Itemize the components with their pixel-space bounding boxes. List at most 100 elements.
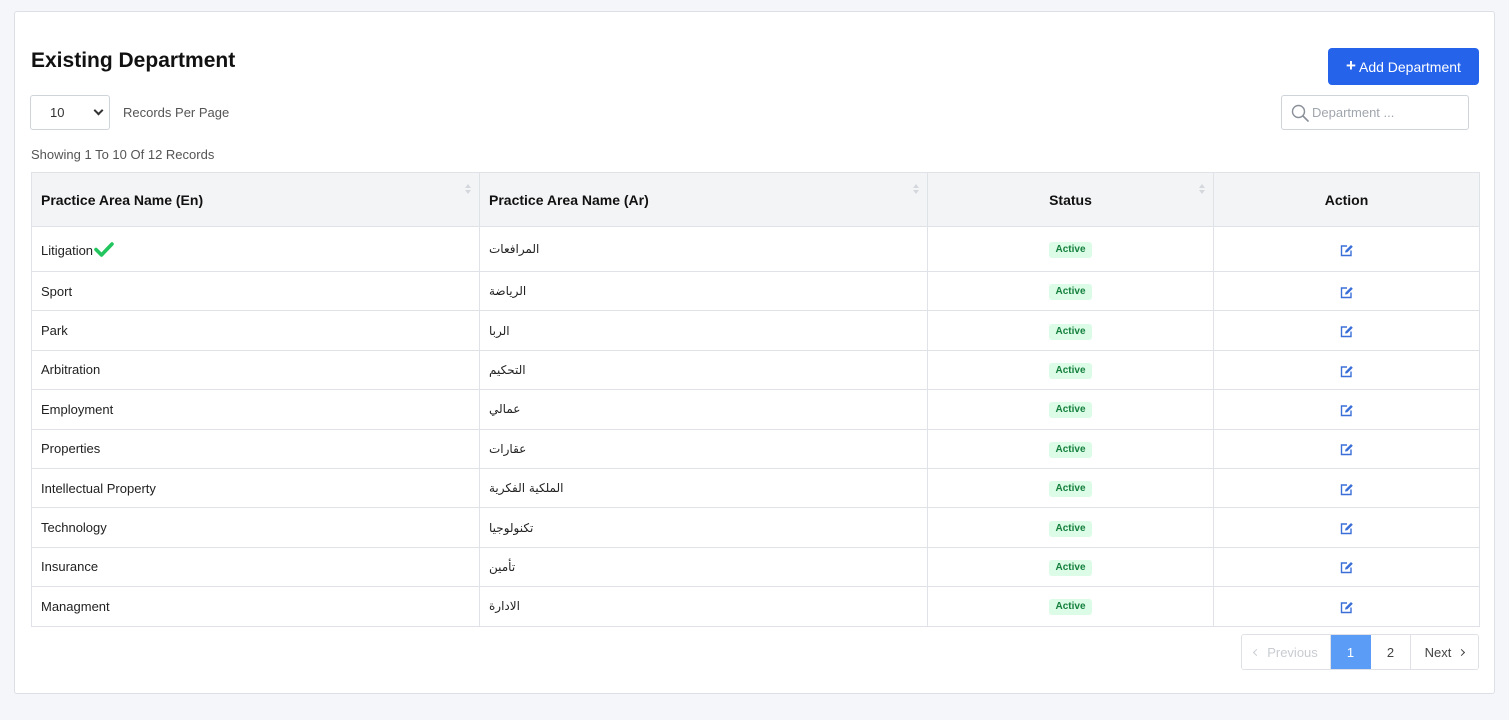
- edit-icon[interactable]: [1340, 522, 1354, 535]
- edit-icon[interactable]: [1340, 244, 1354, 257]
- status-badge: Active: [1049, 599, 1092, 616]
- action-cell: [1213, 467, 1480, 509]
- practice-area-name-en: Technology: [31, 507, 480, 548]
- status-badge: Active: [1049, 402, 1092, 419]
- name-en-text: Employment: [41, 401, 114, 417]
- edit-icon[interactable]: [1340, 601, 1354, 614]
- action-cell: [1213, 507, 1480, 548]
- edit-icon[interactable]: [1340, 404, 1354, 417]
- edit-icon[interactable]: [1340, 483, 1354, 496]
- department-search: [1281, 95, 1469, 130]
- action-cell: [1213, 226, 1480, 272]
- plus-icon: +: [1346, 56, 1356, 75]
- chevron-right-icon: [1458, 648, 1466, 656]
- action-cell: [1213, 546, 1480, 588]
- practice-area-name-ar: التحكيم: [479, 349, 928, 391]
- practice-area-name-ar: المرافعات: [479, 226, 928, 272]
- status-badge: Active: [1049, 323, 1092, 340]
- status-badge: Active: [1049, 242, 1092, 258]
- table-row: Technology تكنولوجيا Active: [31, 507, 1480, 548]
- name-en-text: Park: [41, 323, 68, 339]
- table-row: Properties عقارات Active: [31, 428, 1480, 469]
- status-cell: Active: [927, 310, 1214, 351]
- name-en-text: Insurance: [41, 559, 99, 575]
- practice-area-name-en: Properties: [31, 428, 480, 469]
- status-badge: Active: [1049, 520, 1092, 537]
- table-row: Managment الادارة Active: [31, 586, 1480, 627]
- add-department-button[interactable]: + Add Department: [1328, 48, 1479, 85]
- practice-area-name-ar: الادارة: [479, 586, 928, 627]
- department-card: Existing Department + Add Department 10 …: [14, 11, 1495, 694]
- records-per-page-label: Records Per Page: [123, 105, 230, 120]
- status-badge: Active: [1049, 284, 1092, 301]
- search-input[interactable]: [1312, 96, 1462, 129]
- edit-icon[interactable]: [1340, 286, 1354, 299]
- table-row: Insurance تأمين Active: [31, 546, 1480, 588]
- table-row: Employment عمالي Active: [31, 389, 1480, 430]
- status-badge: Active: [1049, 441, 1092, 458]
- practice-area-name-en: Managment: [31, 586, 480, 627]
- action-cell: [1213, 349, 1480, 391]
- name-en-text: Managment: [41, 598, 110, 614]
- column-header-name-en[interactable]: Practice Area Name (En): [31, 172, 480, 227]
- practice-area-name-ar: تأمين: [479, 546, 928, 588]
- page-button-1[interactable]: 1: [1331, 635, 1371, 669]
- action-cell: [1213, 389, 1480, 430]
- column-header-status[interactable]: Status: [927, 172, 1214, 227]
- page-button-2[interactable]: 2: [1371, 635, 1411, 669]
- pagination: Previous 1 2 Next: [1241, 634, 1479, 670]
- status-badge: Active: [1049, 481, 1092, 498]
- status-cell: Active: [927, 226, 1214, 272]
- add-department-label: Add Department: [1358, 58, 1461, 75]
- column-header-name-ar[interactable]: Practice Area Name (Ar): [479, 172, 928, 227]
- next-page-button[interactable]: Next: [1411, 635, 1478, 669]
- name-en-text: Intellectual Property: [41, 480, 156, 496]
- name-en-text: Litigation: [41, 242, 94, 258]
- practice-area-name-ar: تكنولوجيا: [479, 507, 928, 548]
- status-cell: Active: [927, 389, 1214, 430]
- sort-icon: [913, 184, 919, 196]
- practice-area-name-ar: الرياضة: [479, 270, 928, 312]
- action-cell: [1213, 270, 1480, 312]
- table-header-row: Practice Area Name (En) Practice Area Na…: [31, 172, 1480, 227]
- previous-page-button[interactable]: Previous: [1242, 635, 1331, 669]
- status-cell: Active: [927, 270, 1214, 312]
- edit-icon[interactable]: [1340, 443, 1354, 456]
- status-cell: Active: [927, 586, 1214, 627]
- departments-table: Practice Area Name (En) Practice Area Na…: [31, 172, 1480, 627]
- status-cell: Active: [927, 467, 1214, 509]
- records-summary: Showing 1 To 10 Of 12 Records: [31, 147, 215, 162]
- records-per-page-value: 10: [50, 105, 65, 120]
- check-icon: [94, 241, 114, 257]
- table-row: Park الربا Active: [31, 310, 1480, 351]
- table-row: Litigation المرافعات Active: [31, 226, 1480, 272]
- sort-icon: [1199, 184, 1205, 196]
- status-cell: Active: [927, 546, 1214, 588]
- chevron-left-icon: [1253, 648, 1261, 656]
- practice-area-name-en: Arbitration: [31, 349, 480, 391]
- edit-icon[interactable]: [1340, 365, 1354, 378]
- action-cell: [1213, 586, 1480, 627]
- status-badge: Active: [1049, 362, 1092, 379]
- column-header-action: Action: [1213, 172, 1480, 227]
- name-en-text: Arbitration: [41, 362, 101, 378]
- action-cell: [1213, 310, 1480, 351]
- table-row: Arbitration التحكيم Active: [31, 349, 1480, 391]
- practice-area-name-ar: عمالي: [479, 389, 928, 430]
- practice-area-name-en: Employment: [31, 389, 480, 430]
- name-en-text: Sport: [41, 283, 73, 299]
- practice-area-name-en: Sport: [31, 270, 480, 312]
- practice-area-name-en: Intellectual Property: [31, 467, 480, 509]
- practice-area-name-ar: عقارات: [479, 428, 928, 469]
- edit-icon[interactable]: [1340, 325, 1354, 338]
- action-cell: [1213, 428, 1480, 469]
- practice-area-name-ar: الربا: [479, 310, 928, 351]
- records-per-page-select[interactable]: 10: [30, 95, 110, 130]
- status-cell: Active: [927, 349, 1214, 391]
- name-en-text: Technology: [41, 520, 107, 536]
- search-icon: [1291, 104, 1309, 122]
- edit-icon[interactable]: [1340, 561, 1354, 574]
- chevron-down-icon: [93, 105, 104, 116]
- practice-area-name-en: Litigation: [31, 226, 480, 272]
- practice-area-name-en: Park: [31, 310, 480, 351]
